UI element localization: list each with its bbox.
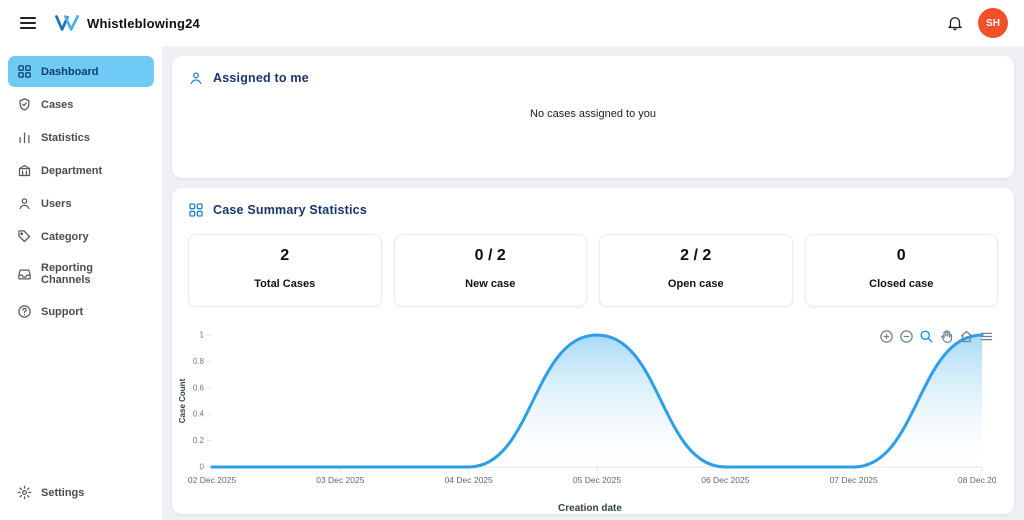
empty-state-message: No cases assigned to you (172, 108, 1014, 120)
sidebar-item-label: Category (41, 231, 89, 243)
brand-logo-icon (54, 13, 80, 33)
selection-zoom-icon[interactable] (919, 329, 934, 344)
pan-icon[interactable] (939, 329, 954, 344)
stat-value: 2 (189, 247, 381, 265)
topbar-actions: SH (946, 8, 1008, 38)
avatar[interactable]: SH (978, 8, 1008, 38)
chart-toolbar (879, 329, 994, 344)
sidebar-item-label: Cases (41, 99, 73, 111)
hamburger-icon (20, 17, 36, 29)
grid-icon (188, 202, 204, 218)
sidebar-footer: Settings (8, 477, 154, 510)
y-tick-label: 0.8 (193, 357, 205, 366)
notifications-button[interactable] (946, 14, 964, 32)
stat-card: 0 / 2 New case (394, 234, 588, 307)
cases-icon (17, 97, 32, 112)
stat-card: 2 / 2 Open case (599, 234, 793, 307)
y-tick-label: 0.4 (193, 410, 205, 419)
case-chart-area: 0 0.2 0.4 0.6 0.8 1 02 Dec 2025 03 Dec 2025 04 D… (172, 325, 1014, 514)
x-tick-label: 08 Dec 2025 (958, 475, 996, 485)
y-tick-label: 0 (200, 463, 205, 472)
zoom-in-icon[interactable] (879, 329, 894, 344)
sidebar-item-label: Reporting Channels (41, 262, 145, 286)
home-icon[interactable] (959, 329, 974, 344)
summary-card-header: Case Summary Statistics (172, 188, 1014, 226)
sidebar-item-settings[interactable]: Settings (8, 477, 154, 508)
app-root: Whistleblowing24 SH Dashboard Cases Statis… (0, 0, 1024, 520)
area-fill (212, 335, 982, 467)
layout: Dashboard Cases Statistics Department Users C… (0, 46, 1024, 520)
dashboard-icon (17, 64, 32, 79)
stat-label: Total Cases (254, 278, 315, 290)
reporting-channels-icon (17, 267, 32, 282)
sidebar-item-label: Statistics (41, 132, 90, 144)
x-tick-label: 07 Dec 2025 (830, 475, 878, 485)
sidebar-item-department[interactable]: Department (8, 155, 154, 186)
stat-card: 2 Total Cases (188, 234, 382, 307)
person-icon (188, 70, 204, 86)
sidebar-items: Dashboard Cases Statistics Department Users C… (8, 56, 154, 477)
x-tick-label: 06 Dec 2025 (701, 475, 749, 485)
settings-icon (17, 485, 32, 500)
stat-value: 0 / 2 (395, 247, 587, 265)
sidebar-item-label: Settings (41, 487, 84, 499)
y-tick-label: 0.2 (193, 436, 205, 445)
users-icon (17, 196, 32, 211)
main-content: Assigned to me No cases assigned to you … (162, 46, 1024, 520)
stat-label: Open case (668, 278, 724, 290)
x-tick-label: 04 Dec 2025 (445, 475, 493, 485)
topbar: Whistleblowing24 SH (0, 0, 1024, 46)
brand: Whistleblowing24 (54, 13, 200, 33)
x-tick-label: 02 Dec 2025 (188, 475, 236, 485)
assigned-card-header: Assigned to me (172, 56, 1014, 94)
summary-card: Case Summary Statistics 2 Total Cases 0 / … (172, 188, 1014, 514)
sidebar-item-statistics[interactable]: Statistics (8, 122, 154, 153)
sidebar-item-reporting-channels[interactable]: Reporting Channels (8, 254, 154, 294)
statistics-icon (17, 130, 32, 145)
brand-name: Whistleblowing24 (87, 16, 200, 31)
summary-card-title: Case Summary Statistics (213, 203, 367, 217)
sidebar-item-label: Support (41, 306, 83, 318)
stat-value: 2 / 2 (600, 247, 792, 265)
sidebar-item-support[interactable]: Support (8, 296, 154, 327)
assigned-card: Assigned to me No cases assigned to you (172, 56, 1014, 178)
chart-x-axis-title: Creation date (176, 503, 1004, 514)
stat-value: 0 (806, 247, 998, 265)
assigned-card-title: Assigned to me (213, 71, 309, 85)
stats-row: 2 Total Cases 0 / 2 New case 2 / 2 Open case 0… (172, 226, 1014, 307)
stat-label: Closed case (869, 278, 933, 290)
menu-icon[interactable] (979, 329, 994, 344)
x-tick-label: 05 Dec 2025 (573, 475, 621, 485)
department-icon (17, 163, 32, 178)
sidebar-item-dashboard[interactable]: Dashboard (8, 56, 154, 87)
sidebar-item-label: Department (41, 165, 102, 177)
sidebar-item-label: Dashboard (41, 66, 98, 78)
y-tick-label: 1 (200, 331, 205, 340)
sidebar-item-label: Users (41, 198, 72, 210)
sidebar-item-users[interactable]: Users (8, 188, 154, 219)
case-count-chart[interactable]: 0 0.2 0.4 0.6 0.8 1 02 Dec 2025 03 Dec 2025 04 D… (176, 325, 996, 503)
sidebar-item-category[interactable]: Category (8, 221, 154, 252)
bell-icon (946, 14, 964, 32)
zoom-out-icon[interactable] (899, 329, 914, 344)
y-tick-label: 0.6 (193, 383, 205, 392)
support-icon (17, 304, 32, 319)
x-tick-label: 03 Dec 2025 (316, 475, 364, 485)
y-axis-title: Case Count (178, 378, 187, 423)
category-icon (17, 229, 32, 244)
sidebar-item-cases[interactable]: Cases (8, 89, 154, 120)
stat-card: 0 Closed case (805, 234, 999, 307)
sidebar: Dashboard Cases Statistics Department Users C… (0, 46, 162, 520)
stat-label: New case (465, 278, 515, 290)
menu-toggle-button[interactable] (16, 10, 40, 36)
